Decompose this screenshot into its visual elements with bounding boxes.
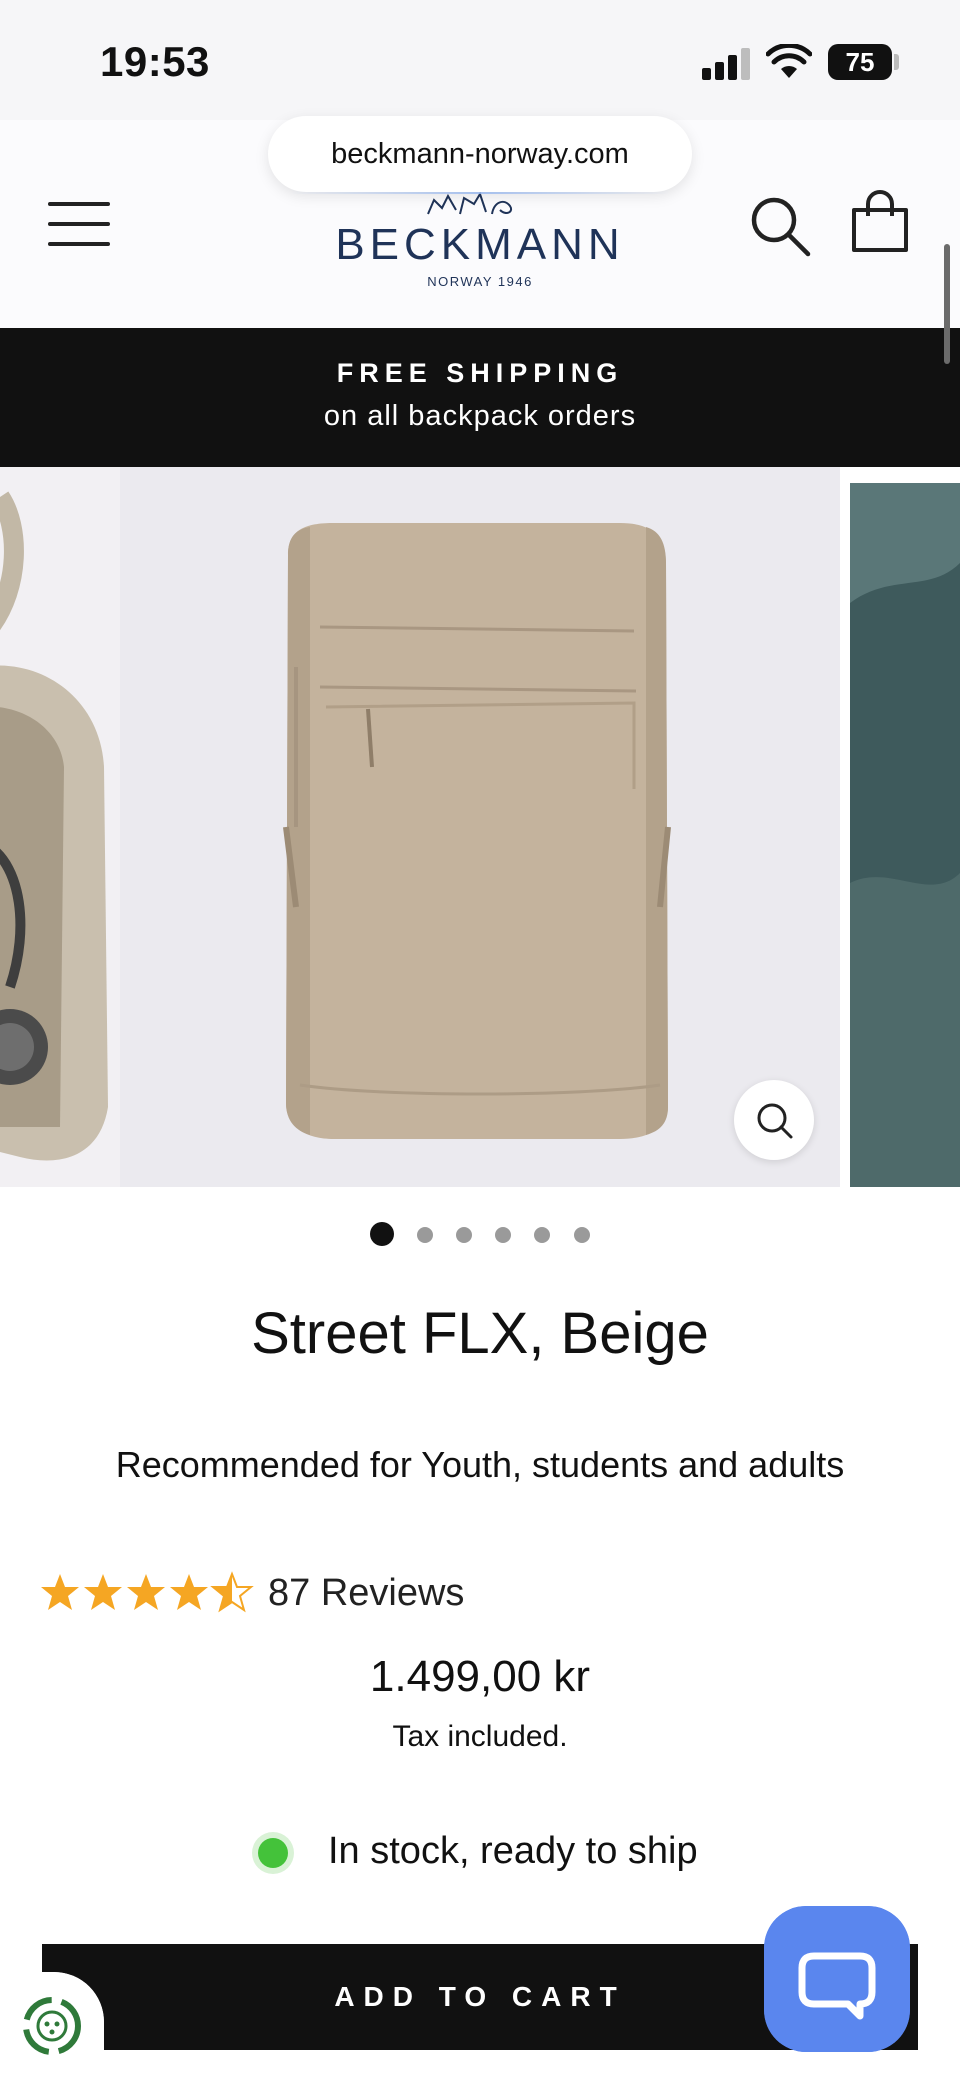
- cellular-signal-icon: [702, 46, 750, 80]
- product-image-carousel[interactable]: [0, 467, 960, 1187]
- product-title: Street FLX, Beige: [251, 1301, 709, 1366]
- reviews-link[interactable]: 87 Reviews: [268, 1572, 464, 1615]
- star-icon: [84, 1574, 122, 1610]
- stock-status: In stock, ready to ship: [328, 1830, 698, 1872]
- product-price: 1.499,00 kr: [369, 1652, 591, 1701]
- shipping-banner: FREE SHIPPING on all backpack orders: [0, 328, 960, 467]
- zoom-icon[interactable]: [734, 1080, 814, 1160]
- banner-subtitle: on all backpack orders: [323, 400, 637, 432]
- next-slide-image[interactable]: [850, 483, 960, 1187]
- eco-badge-icon[interactable]: [0, 1972, 104, 2078]
- wifi-icon: [766, 44, 812, 78]
- carousel-pagination: [0, 1220, 960, 1250]
- chat-bubble-icon[interactable]: [764, 1906, 910, 2052]
- hamburger-menu-icon[interactable]: [48, 200, 110, 248]
- pagination-dot[interactable]: [456, 1227, 472, 1243]
- star-icon: [41, 1574, 79, 1610]
- star-icon: [170, 1574, 208, 1610]
- pagination-dot[interactable]: [495, 1227, 511, 1243]
- banner-title: FREE SHIPPING: [336, 358, 624, 388]
- shopping-bag-icon[interactable]: [850, 190, 910, 254]
- pagination-dot[interactable]: [370, 1222, 394, 1246]
- half-star-icon: [212, 1573, 252, 1611]
- battery-nub: [894, 54, 899, 70]
- main-product-image[interactable]: [120, 467, 840, 1187]
- brand-logo[interactable]: BECKMANN: [300, 220, 660, 270]
- url-bar[interactable]: beckmann-norway.com: [268, 116, 692, 192]
- brand-logo-subtext: NORWAY 1946: [427, 274, 533, 289]
- star-rating[interactable]: [40, 1568, 254, 1616]
- pagination-dot[interactable]: [574, 1227, 590, 1243]
- status-time: 19:53: [100, 38, 210, 85]
- open-backpack-image: [0, 467, 120, 1187]
- star-icon: [127, 1574, 165, 1610]
- outdoor-scene-image: [850, 483, 960, 1187]
- previous-slide-image[interactable]: [0, 467, 120, 1187]
- page-scrollbar[interactable]: [944, 244, 950, 364]
- search-icon[interactable]: [748, 194, 812, 258]
- pagination-dot[interactable]: [534, 1227, 550, 1243]
- tax-note: Tax included.: [392, 1720, 568, 1753]
- product-recommendation: Recommended for Youth, students and adul…: [115, 1444, 845, 1485]
- battery-icon: 75: [828, 44, 892, 80]
- status-bar: 19:53 75: [0, 0, 960, 120]
- in-stock-indicator-icon: [258, 1838, 288, 1868]
- pagination-dot[interactable]: [417, 1227, 433, 1243]
- beige-backpack-image: [120, 467, 840, 1187]
